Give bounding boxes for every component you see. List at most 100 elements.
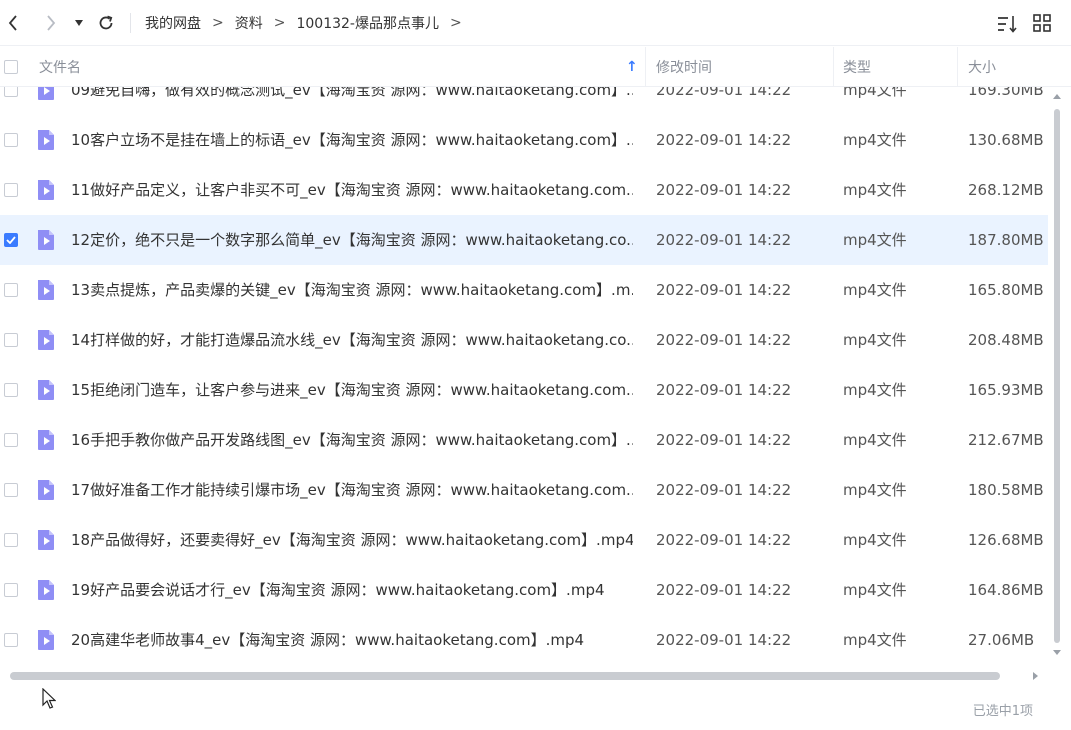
- file-row[interactable]: 17做好准备工作才能持续引爆市场_ev【海淘宝资 源网：www.haitaoke…: [0, 465, 1048, 515]
- breadcrumb-item-root[interactable]: 我的网盘: [145, 13, 201, 33]
- sort-icon[interactable]: [996, 13, 1018, 35]
- file-modified: 2022-09-01 14:22: [656, 481, 792, 499]
- scroll-up-icon: [1053, 94, 1061, 99]
- file-modified: 2022-09-01 14:22: [656, 381, 792, 399]
- file-row[interactable]: 10客户立场不是挂在墙上的标语_ev【海淘宝资 源网：www.haitaoket…: [0, 115, 1048, 165]
- file-name: 19好产品要会说话才行_ev【海淘宝资 源网：www.haitaoketang.…: [71, 581, 605, 599]
- column-divider[interactable]: [833, 47, 834, 87]
- file-size: 187.80MB: [968, 231, 1044, 249]
- column-name[interactable]: 文件名: [39, 47, 81, 87]
- file-name: 20高建华老师故事4_ev【海淘宝资 源网：www.haitaoketang.c…: [71, 631, 585, 649]
- file-modified: 2022-09-01 14:22: [656, 181, 792, 199]
- row-checkbox[interactable]: [4, 483, 18, 497]
- grid-view-icon[interactable]: [1032, 13, 1052, 35]
- file-modified: 2022-09-01 14:22: [656, 431, 792, 449]
- scroll-right-icon[interactable]: [1033, 672, 1039, 680]
- row-checkbox[interactable]: [4, 87, 18, 97]
- file-name: 16手把手教你做产品开发路线图_ev【海淘宝资 源网：www.haitaoket…: [71, 431, 633, 449]
- file-type: mp4文件: [843, 281, 907, 299]
- file-list: 09避免自嗨，做有效的概念测试_ev【海淘宝资 源网：www.haitaoket…: [0, 87, 1048, 665]
- file-size: 169.30MB: [968, 87, 1044, 99]
- file-size: 212.67MB: [968, 431, 1044, 449]
- file-size: 130.68MB: [968, 131, 1044, 149]
- file-size: 126.68MB: [968, 531, 1044, 549]
- horizontal-scrollbar[interactable]: [0, 668, 1048, 684]
- video-file-icon: [36, 329, 56, 351]
- file-name: 12定价，绝不只是一个数字那么简单_ev【海淘宝资 源网：www.haitaok…: [71, 231, 633, 249]
- file-row[interactable]: 12定价，绝不只是一个数字那么简单_ev【海淘宝资 源网：www.haitaok…: [0, 215, 1048, 265]
- file-type: mp4文件: [843, 531, 907, 549]
- file-size: 180.58MB: [968, 481, 1044, 499]
- file-type: mp4文件: [843, 431, 907, 449]
- video-file-icon: [36, 629, 56, 651]
- file-name: 17做好准备工作才能持续引爆市场_ev【海淘宝资 源网：www.haitaoke…: [71, 481, 633, 499]
- select-all-checkbox[interactable]: [4, 47, 18, 87]
- back-icon[interactable]: [2, 11, 24, 35]
- column-size[interactable]: 大小: [968, 47, 996, 87]
- row-checkbox[interactable]: [4, 433, 18, 447]
- file-row[interactable]: 14打样做的好，才能打造爆品流水线_ev【海淘宝资 源网：www.haitaok…: [0, 315, 1048, 365]
- mouse-cursor-icon: [42, 688, 56, 709]
- row-checkbox[interactable]: [4, 533, 18, 547]
- video-file-icon: [36, 87, 56, 101]
- row-checkbox[interactable]: [4, 583, 18, 597]
- row-checkbox[interactable]: [4, 133, 18, 147]
- file-row[interactable]: 18产品做得好，还要卖得好_ev【海淘宝资 源网：www.haitaoketan…: [0, 515, 1048, 565]
- column-type[interactable]: 类型: [843, 47, 871, 87]
- row-checkbox[interactable]: [4, 233, 18, 247]
- column-modified[interactable]: 修改时间: [656, 47, 712, 87]
- file-size: 164.86MB: [968, 581, 1044, 599]
- file-row[interactable]: 20高建华老师故事4_ev【海淘宝资 源网：www.haitaoketang.c…: [0, 615, 1048, 665]
- file-size: 268.12MB: [968, 181, 1044, 199]
- selection-status: 已选中1项: [972, 704, 1033, 719]
- file-size: 165.93MB: [968, 381, 1044, 399]
- file-row[interactable]: 13卖点提炼，产品卖爆的关键_ev【海淘宝资 源网：www.haitaoketa…: [0, 265, 1048, 315]
- column-divider[interactable]: [645, 47, 646, 87]
- forward-icon[interactable]: [40, 11, 62, 35]
- file-row[interactable]: 15拒绝闭门造车，让客户参与进来_ev【海淘宝资 源网：www.haitaoke…: [0, 365, 1048, 415]
- dropdown-icon[interactable]: [69, 11, 89, 35]
- breadcrumb-separator: >: [212, 15, 224, 31]
- row-checkbox[interactable]: [4, 283, 18, 297]
- breadcrumb-separator: >: [273, 15, 286, 31]
- file-row[interactable]: 11做好产品定义，让客户非买不可_ev【海淘宝资 源网：www.haitaoke…: [0, 165, 1048, 215]
- file-row[interactable]: 19好产品要会说话才行_ev【海淘宝资 源网：www.haitaoketang.…: [0, 565, 1048, 615]
- file-name: 18产品做得好，还要卖得好_ev【海淘宝资 源网：www.haitaoketan…: [71, 531, 633, 549]
- row-checkbox[interactable]: [4, 383, 18, 397]
- row-checkbox[interactable]: [4, 183, 18, 197]
- vertical-scroll-thumb[interactable]: [1054, 109, 1060, 643]
- file-type: mp4文件: [843, 331, 907, 349]
- file-name: 13卖点提炼，产品卖爆的关键_ev【海淘宝资 源网：www.haitaoketa…: [71, 281, 633, 299]
- video-file-icon: [36, 529, 56, 551]
- file-row[interactable]: 09避免自嗨，做有效的概念测试_ev【海淘宝资 源网：www.haitaoket…: [0, 87, 1048, 115]
- breadcrumb-item-materials[interactable]: 资料: [235, 13, 263, 33]
- row-checkbox[interactable]: [4, 633, 18, 647]
- file-modified: 2022-09-01 14:22: [656, 331, 792, 349]
- file-type: mp4文件: [843, 231, 907, 249]
- breadcrumb-item-current[interactable]: 100132-爆品那点事儿: [296, 13, 439, 33]
- refresh-icon[interactable]: [95, 11, 117, 35]
- file-modified: 2022-09-01 14:22: [656, 631, 792, 649]
- file-list-header: 文件名 ↑ 修改时间 类型 大小: [0, 47, 1071, 87]
- video-file-icon: [36, 479, 56, 501]
- file-type: mp4文件: [843, 581, 907, 599]
- sort-ascending-icon[interactable]: ↑: [626, 47, 638, 87]
- horizontal-scroll-thumb[interactable]: [10, 672, 1000, 680]
- file-modified: 2022-09-01 14:22: [656, 231, 792, 249]
- file-modified: 2022-09-01 14:22: [656, 131, 792, 149]
- file-type: mp4文件: [843, 481, 907, 499]
- breadcrumb-separator: >: [449, 15, 462, 31]
- file-size: 208.48MB: [968, 331, 1044, 349]
- file-modified: 2022-09-01 14:22: [656, 531, 792, 549]
- file-type: mp4文件: [843, 181, 907, 199]
- file-type: mp4文件: [843, 631, 907, 649]
- column-divider[interactable]: [957, 47, 958, 87]
- file-row[interactable]: 16手把手教你做产品开发路线图_ev【海淘宝资 源网：www.haitaoket…: [0, 415, 1048, 465]
- file-type: mp4文件: [843, 381, 907, 399]
- vertical-scrollbar[interactable]: [1050, 87, 1064, 665]
- video-file-icon: [36, 229, 56, 251]
- scroll-down-icon: [1053, 650, 1061, 655]
- row-checkbox[interactable]: [4, 333, 18, 347]
- file-modified: 2022-09-01 14:22: [656, 581, 792, 599]
- file-name: 11做好产品定义，让客户非买不可_ev【海淘宝资 源网：www.haitaoke…: [71, 181, 633, 199]
